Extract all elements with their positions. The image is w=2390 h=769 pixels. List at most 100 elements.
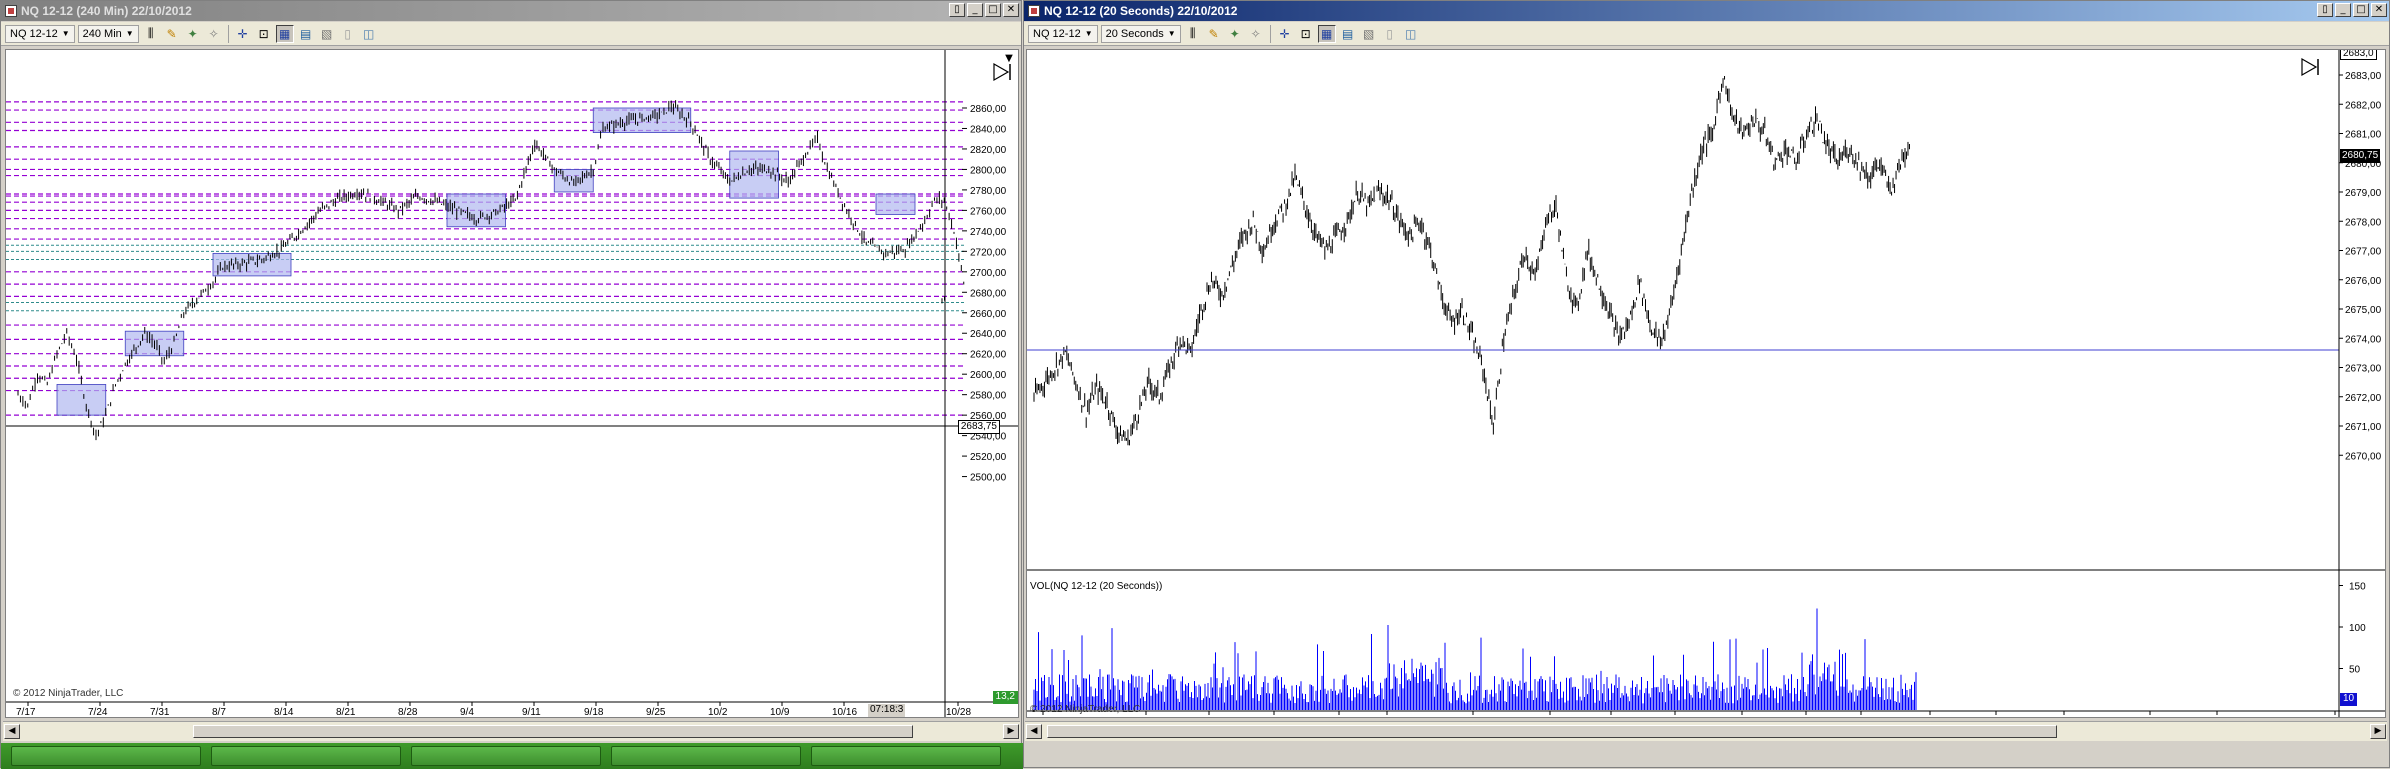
- chevron-down-icon: ▼: [1084, 29, 1093, 38]
- maximize-button[interactable]: □: [2353, 3, 2369, 17]
- scroll-left-icon[interactable]: ◀: [4, 724, 20, 739]
- maximize-button[interactable]: □: [985, 3, 1001, 17]
- y-tick-label: 2720,00: [970, 247, 1007, 258]
- y-tick-label: 2740,00: [970, 227, 1007, 238]
- taskbar-button[interactable]: [811, 746, 1001, 766]
- x-tick-label: 10/2: [708, 707, 728, 718]
- chart-app-icon: [1028, 5, 1040, 17]
- properties-icon[interactable]: ▤: [1339, 25, 1357, 43]
- y-tick-label: 2673,00: [2345, 364, 2382, 375]
- snapshot-icon[interactable]: ▧: [1360, 25, 1378, 43]
- zoom-icon[interactable]: ⊡: [255, 25, 273, 43]
- x-tick-label: 8/14: [274, 707, 294, 718]
- left-titlebar[interactable]: NQ 12-12 (240 Min) 22/10/2012 ▯ _ □ ✕: [1, 1, 1021, 21]
- x-tick-label: 06:48:20: [2050, 717, 2089, 718]
- crosshair-icon[interactable]: ✛: [234, 25, 252, 43]
- scroll-left-icon[interactable]: ◀: [1026, 724, 1042, 739]
- y-tick-label: 2677,00: [2345, 247, 2382, 258]
- indicator-icon[interactable]: ✦: [1226, 25, 1244, 43]
- interval-selector[interactable]: 20 Seconds ▼: [1100, 24, 1181, 43]
- chart-trader-icon[interactable]: ◫: [1402, 25, 1420, 43]
- zoom-icon[interactable]: ⊡: [1297, 25, 1315, 43]
- y-tick-label: 2660,00: [970, 309, 1007, 320]
- crosshair-icon[interactable]: ✛: [1276, 25, 1294, 43]
- time-cursor-badge: 07:18:3: [868, 704, 906, 717]
- minimize-button[interactable]: _: [2335, 3, 2351, 17]
- data-box-icon[interactable]: ▦: [1317, 24, 1336, 43]
- close-button[interactable]: ✕: [1003, 3, 1019, 17]
- taskbar-button[interactable]: [611, 746, 801, 766]
- chevron-down-icon: ▼: [125, 29, 134, 38]
- scroll-right-icon[interactable]: ▶: [1003, 724, 1019, 739]
- consolidation-zone: [875, 193, 916, 215]
- x-tick-label: 01:40:20: [1325, 717, 1364, 718]
- strategy-icon[interactable]: ✧: [205, 25, 223, 43]
- right-titlebar[interactable]: NQ 12-12 (20 Seconds) 22/10/2012 ▯ _ □ ✕: [1024, 1, 2389, 21]
- y-tick-label: 2679,00: [2345, 188, 2382, 199]
- y-tick-label: 2780,00: [970, 186, 1007, 197]
- close-button[interactable]: ✕: [2371, 3, 2387, 17]
- print-icon[interactable]: ▯: [1381, 25, 1399, 43]
- chevron-down-icon: ▼: [61, 29, 70, 38]
- snapshot-icon[interactable]: ▧: [318, 25, 336, 43]
- restore-down-button[interactable]: ▯: [949, 3, 965, 17]
- interval-label: 20 Seconds: [1105, 27, 1164, 40]
- properties-icon[interactable]: ▤: [297, 25, 315, 43]
- x-tick-label: 01:07:00: [1260, 717, 1299, 718]
- y-tick-label: 2860,00: [970, 104, 1007, 115]
- x-tick-label: 7/17: [16, 707, 36, 718]
- y-tick-label: 2671,00: [2345, 422, 2382, 433]
- y-tick-label: 2676,00: [2345, 276, 2382, 287]
- scroll-right-icon[interactable]: ▶: [2370, 724, 2386, 739]
- taskbar-button[interactable]: [411, 746, 601, 766]
- bar-type-icon[interactable]: ⫼: [1184, 25, 1202, 43]
- vol-tick-label: 100: [2349, 623, 2366, 634]
- volume-title: VOL(NQ 12-12 (20 Seconds)): [1030, 581, 1162, 592]
- chart-trader-icon[interactable]: ◫: [360, 25, 378, 43]
- instrument-selector[interactable]: NQ 12-12 ▼: [1028, 24, 1098, 43]
- restore-down-button[interactable]: ▯: [2317, 3, 2333, 17]
- scroll-thumb[interactable]: [193, 725, 913, 738]
- bar-type-icon[interactable]: ⫼: [142, 25, 160, 43]
- x-tick-label: 9/18: [584, 707, 604, 718]
- drawing-pencil-icon[interactable]: ✎: [163, 25, 181, 43]
- y-tick-label: 2681,00: [2345, 130, 2382, 141]
- left-window-title: NQ 12-12 (240 Min) 22/10/2012: [21, 4, 192, 18]
- y-tick-label: 2678,00: [2345, 217, 2382, 228]
- x-tick-label: 00:00: [1029, 717, 1054, 718]
- scroll-to-end-icon[interactable]: [2301, 57, 2319, 77]
- last-price-badge: 2683,75: [957, 420, 1000, 434]
- left-price-chart[interactable]: 2860,00 2840,00 2820,00 2800,00 2780,00 2760,…: [5, 49, 1019, 718]
- right-horizontal-scrollbar[interactable]: ◀ ▶: [1025, 721, 2387, 741]
- print-icon[interactable]: ▯: [339, 25, 357, 43]
- right-chart-window: NQ 12-12 (20 Seconds) 22/10/2012 ▯ _ □ ✕…: [1023, 0, 2390, 768]
- minimize-button[interactable]: _: [967, 3, 983, 17]
- x-tick-label: 8/28: [398, 707, 418, 718]
- x-tick-label: 8/21: [336, 707, 356, 718]
- scroll-thumb[interactable]: [1047, 725, 2057, 738]
- y-tick-label: 2700,00: [970, 268, 1007, 279]
- consolidation-zone: [56, 384, 107, 416]
- interval-selector[interactable]: 240 Min ▼: [77, 24, 139, 43]
- x-tick-label: 07:18:20: [2136, 717, 2175, 718]
- y-tick-label: 2672,00: [2345, 393, 2382, 404]
- data-box-icon[interactable]: ▦: [275, 24, 294, 43]
- x-tick-label: 04:30:00: [1728, 717, 1767, 718]
- strategy-icon[interactable]: ✧: [1247, 25, 1265, 43]
- taskbar-button[interactable]: [11, 746, 201, 766]
- panel-scroll-arrow[interactable]: ▼: [1000, 50, 1018, 68]
- toolbar-separator: [227, 24, 229, 43]
- instrument-selector[interactable]: NQ 12-12 ▼: [5, 24, 75, 43]
- toolbar-separator: [1269, 24, 1271, 43]
- taskbar-button[interactable]: [211, 746, 401, 766]
- x-tick-label: 10/28: [946, 707, 971, 718]
- x-tick-label: 9/25: [646, 707, 666, 718]
- left-chart-svg: 2860,00 2840,00 2820,00 2800,00 2780,00 2760,…: [6, 50, 1018, 718]
- left-horizontal-scrollbar[interactable]: ◀ ▶: [3, 721, 1020, 741]
- drawing-pencil-icon[interactable]: ✎: [1205, 25, 1223, 43]
- indicator-icon[interactable]: ✦: [184, 25, 202, 43]
- y-tick-label: 2674,00: [2345, 334, 2382, 345]
- y-tick-label: 2600,00: [970, 370, 1007, 381]
- y-tick-label: 2680,00: [970, 288, 1007, 299]
- right-price-chart[interactable]: 2683,00 2682,00 2681,00 2680,00 2679,00 2678,…: [1026, 49, 2386, 718]
